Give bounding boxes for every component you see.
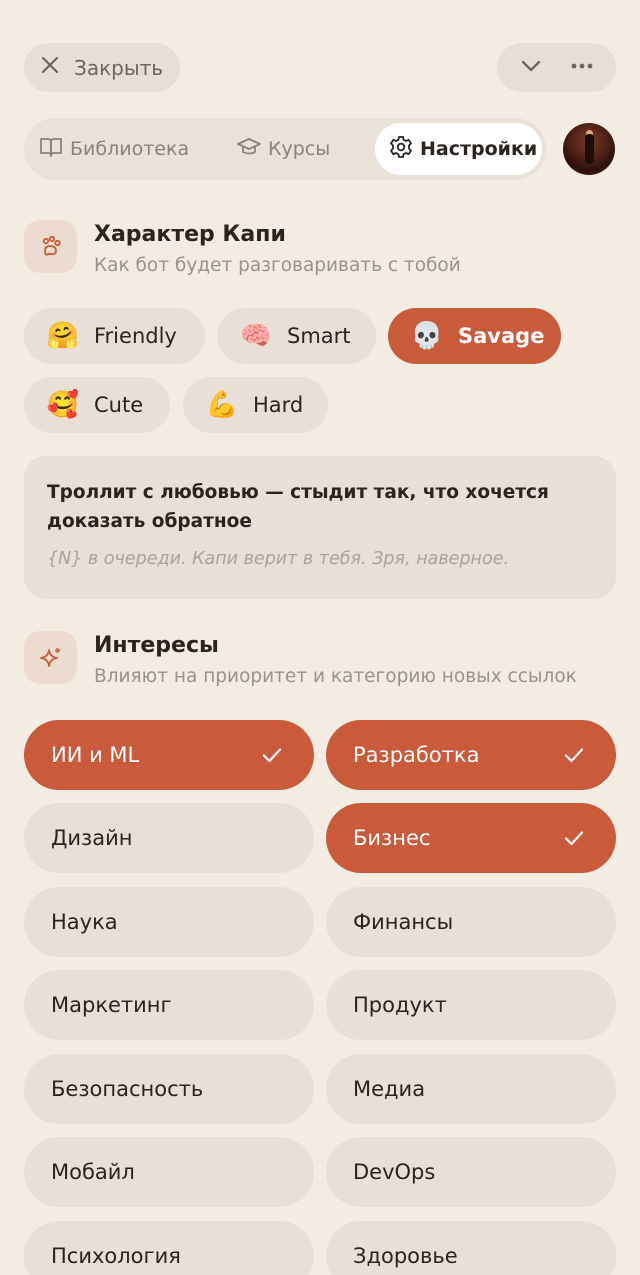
interest-marketing[interactable]: Маркетинг	[24, 970, 314, 1040]
sparkles-icon	[24, 631, 77, 684]
check-icon	[564, 748, 584, 763]
tab-settings[interactable]: Настройки	[375, 123, 542, 175]
interest-label: Здоровье	[353, 1244, 458, 1268]
interest-label: Маркетинг	[51, 993, 172, 1017]
check-icon	[564, 831, 584, 846]
character-option-label: Cute	[94, 393, 144, 417]
book-icon	[38, 134, 64, 165]
more-icon[interactable]	[568, 52, 596, 84]
tab-courses[interactable]: Курсы	[236, 118, 330, 180]
graduation-cap-icon	[236, 134, 262, 165]
tab-library[interactable]: Библиотека	[38, 118, 189, 180]
check-icon	[262, 748, 282, 763]
interest-science[interactable]: Наука	[24, 887, 314, 957]
tab-settings-label: Настройки	[420, 138, 538, 160]
interest-label: Дизайн	[51, 826, 133, 850]
character-option-hard[interactable]: 💪 Hard	[183, 377, 328, 433]
character-option-label: Savage	[458, 324, 545, 348]
character-description: Троллит с любовью — стыдит так, что хоче…	[47, 482, 549, 532]
character-option-cute[interactable]: 🥰 Cute	[24, 377, 170, 433]
interest-finance[interactable]: Финансы	[326, 887, 616, 957]
interest-devops[interactable]: DevOps	[326, 1137, 616, 1207]
interest-label: DevOps	[353, 1160, 436, 1184]
character-option-label: Smart	[287, 324, 351, 348]
character-option-label: Hard	[253, 393, 304, 417]
interests-subtitle: Влияют на приоритет и категорию новых сс…	[94, 666, 577, 687]
interest-label: ИИ и ML	[51, 743, 140, 767]
skull-icon: 💀	[410, 321, 444, 351]
interest-design[interactable]: Дизайн	[24, 803, 314, 873]
character-title: Характер Капи	[94, 222, 286, 247]
interest-ai-ml[interactable]: ИИ и ML	[24, 720, 314, 790]
interest-media[interactable]: Медиа	[326, 1054, 616, 1124]
character-option-smart[interactable]: 🧠 Smart	[217, 308, 376, 364]
close-icon	[38, 53, 62, 82]
character-option-savage[interactable]: 💀 Savage	[388, 308, 561, 364]
character-option-friendly[interactable]: 🤗 Friendly	[24, 308, 205, 364]
interest-label: Наука	[51, 910, 118, 934]
interest-label: Психология	[51, 1244, 181, 1268]
smiling-hearts-icon: 🥰	[46, 390, 80, 420]
interest-security[interactable]: Безопасность	[24, 1054, 314, 1124]
character-option-label: Friendly	[94, 324, 177, 348]
close-button[interactable]: Закрыть	[24, 43, 180, 92]
interest-mobile[interactable]: Мобайл	[24, 1137, 314, 1207]
interests-title: Интересы	[94, 633, 219, 658]
paw-icon	[24, 220, 77, 273]
avatar-figure	[585, 134, 594, 164]
flexed-biceps-icon: 💪	[205, 390, 239, 420]
tab-library-label: Библиотека	[70, 138, 190, 160]
chevron-down-icon[interactable]	[517, 52, 545, 84]
close-label: Закрыть	[74, 55, 164, 80]
interest-health[interactable]: Здоровье	[326, 1221, 616, 1275]
header-actions	[497, 43, 616, 92]
brain-icon: 🧠	[239, 321, 273, 351]
character-description-hint: {N} в очереди. Капи верит в тебя. Зря, н…	[47, 549, 510, 569]
interest-label: Мобайл	[51, 1160, 135, 1184]
interest-label: Разработка	[353, 743, 480, 767]
interest-psychology[interactable]: Психология	[24, 1221, 314, 1275]
hugging-face-icon: 🤗	[46, 321, 80, 351]
avatar[interactable]	[563, 123, 615, 175]
settings-screen: Закрыть Библиотека Курсы Настройки Харак…	[0, 0, 640, 1275]
character-description-card: Троллит с любовью — стыдит так, что хоче…	[24, 456, 616, 599]
interest-product[interactable]: Продукт	[326, 970, 616, 1040]
interest-label: Безопасность	[51, 1077, 204, 1101]
interest-development[interactable]: Разработка	[326, 720, 616, 790]
interest-business[interactable]: Бизнес	[326, 803, 616, 873]
interest-label: Бизнес	[353, 826, 431, 850]
gear-icon	[388, 134, 414, 165]
tab-courses-label: Курсы	[268, 138, 331, 160]
character-subtitle: Как бот будет разговаривать с тобой	[94, 255, 461, 276]
interest-label: Продукт	[353, 993, 447, 1017]
tab-bar: Библиотека Курсы Настройки	[24, 118, 546, 180]
interest-label: Медиа	[353, 1077, 426, 1101]
interest-label: Финансы	[353, 910, 454, 934]
